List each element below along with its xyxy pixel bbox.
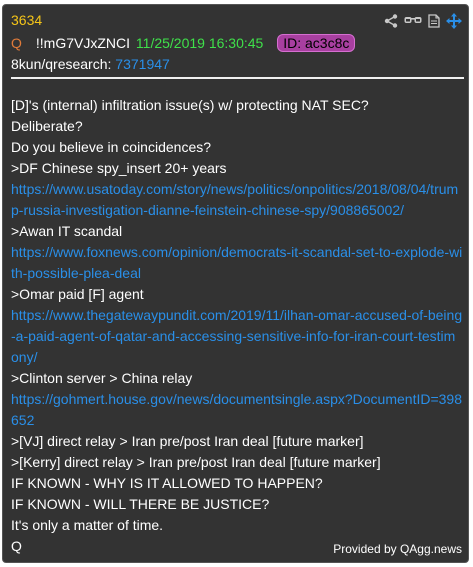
body-line: Do you believe in coincidences? bbox=[11, 139, 212, 155]
glasses-icon[interactable] bbox=[404, 15, 422, 27]
body-line: >Omar paid [F] agent bbox=[11, 286, 144, 302]
move-icon[interactable] bbox=[446, 13, 462, 29]
body-link[interactable]: https://www.thegatewaypundit.com/2019/11… bbox=[11, 305, 463, 368]
body-line: Deliberate? bbox=[11, 118, 83, 134]
body-line: >[VJ] direct relay > Iran pre/post Iran … bbox=[11, 433, 364, 449]
body-link[interactable]: https://www.foxnews.com/opinion/democrat… bbox=[11, 242, 463, 284]
id-badge[interactable]: ID: ac3c8c bbox=[277, 34, 356, 52]
body-line: IF KNOWN - WILL THERE BE JUSTICE? bbox=[11, 496, 270, 512]
credit-text: Provided by QAgg.news bbox=[333, 542, 462, 556]
body-line: >DF Chinese spy_insert 20+ years bbox=[11, 160, 227, 176]
body-line: >[Kerry] direct relay > Iran pre/post Ir… bbox=[11, 454, 381, 470]
body-link[interactable]: https://www.usatoday.com/story/news/poli… bbox=[11, 179, 463, 221]
source-row: 8kun/qresearch: 7371947 bbox=[11, 54, 170, 74]
header-divider bbox=[11, 77, 464, 79]
source-board: 8kun/qresearch: bbox=[11, 56, 112, 72]
body-line: >Awan IT scandal bbox=[11, 223, 123, 239]
post-number-row: 3634 bbox=[11, 11, 42, 29]
q-mark: Q bbox=[11, 35, 22, 51]
post-meta-row: Q !!mG7VJxZNCI 11/25/2019 16:30:45 ID: ac… bbox=[11, 33, 356, 53]
post-number: 3634 bbox=[11, 12, 43, 28]
body-line: [D]'s (internal) infiltration issue(s) w… bbox=[11, 97, 369, 113]
tripcode: !!mG7VJxZNCI bbox=[35, 35, 131, 51]
body-link[interactable]: https://gohmert.house.gov/news/documents… bbox=[11, 389, 463, 431]
document-icon[interactable] bbox=[428, 14, 440, 28]
body-line: >Clinton server > China relay bbox=[11, 370, 193, 386]
post-date: 11/25/2019 16:30:45 bbox=[135, 35, 264, 51]
post-body: [D]'s (internal) infiltration issue(s) w… bbox=[11, 95, 463, 557]
body-line: It's only a matter of time. bbox=[11, 517, 164, 533]
source-post-link[interactable]: 7371947 bbox=[115, 56, 170, 72]
post-toolbar bbox=[384, 12, 462, 30]
body-line: IF KNOWN - WHY IS IT ALLOWED TO HAPPEN? bbox=[11, 475, 323, 491]
share-icon[interactable] bbox=[384, 14, 398, 28]
post-card: 3634 Q !!mG7VJxZNCI 11/25/2019 16:30:45 … bbox=[2, 4, 469, 563]
